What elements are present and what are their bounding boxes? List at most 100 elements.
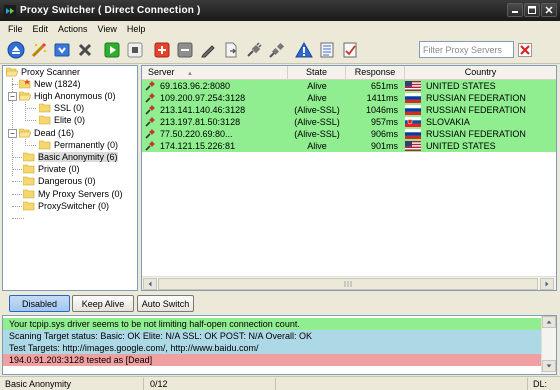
auto-switch-button[interactable]: Auto Switch xyxy=(137,295,194,312)
folder-icon xyxy=(39,140,51,150)
menu-actions[interactable]: Actions xyxy=(53,24,93,34)
table-row[interactable]: 109.200.97.254:3128 Alive 1411ms RUSSIAN… xyxy=(142,92,556,104)
clear-filter-icon xyxy=(518,42,532,57)
folder-icon xyxy=(23,201,35,211)
server-address: 69.163.96.2:8080 xyxy=(160,81,231,91)
menu-bar: File Edit Actions View Help xyxy=(0,21,560,37)
scroll-right-button[interactable] xyxy=(540,278,554,290)
tree-node-label: Permanently (0) xyxy=(54,140,119,150)
tree-node-dangerous[interactable]: Dangerous (0) xyxy=(23,175,96,187)
server-country: UNITED STATES xyxy=(426,81,496,91)
server-response: 1411ms xyxy=(366,93,398,103)
keep-alive-button[interactable]: Keep Alive xyxy=(72,295,134,312)
maximize-button[interactable] xyxy=(524,3,540,17)
tree-node-label: Dead (16) xyxy=(34,128,75,138)
stop-button[interactable] xyxy=(123,39,146,61)
status-spacer xyxy=(278,378,528,390)
delete-button[interactable] xyxy=(73,39,96,61)
menu-view[interactable]: View xyxy=(93,24,122,34)
expand-dead-toggle[interactable]: − xyxy=(8,129,17,138)
scrollbar-thumb[interactable] xyxy=(158,278,538,290)
table-row[interactable]: 213.141.140.46:3128 (Alive-SSL) 1046ms R… xyxy=(142,104,556,116)
status-bar: Basic Anonymity 0/12 DL: xyxy=(0,376,560,390)
proxy-server-list[interactable]: Server ▲ State Response Country 69.163.9… xyxy=(141,65,557,291)
plug-icon xyxy=(246,42,262,57)
wizard-button[interactable] xyxy=(27,39,50,61)
open-folder-icon xyxy=(6,67,18,77)
connect-proxy-button[interactable] xyxy=(242,39,265,61)
connect-button[interactable] xyxy=(4,39,27,61)
tree-node-high-anonymous[interactable]: High Anonymous (0) xyxy=(19,90,116,102)
table-row[interactable]: 77.50.220.69:80... (Alive-SSL) 906ms RUS… xyxy=(142,128,556,140)
expand-high-anonymous-toggle[interactable]: − xyxy=(8,92,17,101)
tree-node-proxyswitcher[interactable]: ProxySwitcher (0) xyxy=(23,200,109,212)
close-window-button[interactable] xyxy=(541,3,557,17)
list-view-button[interactable] xyxy=(315,39,338,61)
category-tree[interactable]: − − Proxy Scanner New (1824) High Anonym… xyxy=(2,65,138,291)
remove-icon xyxy=(177,42,192,58)
edit-pencil-icon xyxy=(200,45,215,58)
tree-node-label: Dangerous (0) xyxy=(38,176,96,186)
tree-node-dead[interactable]: Dead (16) xyxy=(19,127,74,139)
table-row[interactable]: 69.163.96.2:8080 Alive 651ms UNITED STAT… xyxy=(142,80,556,92)
start-button[interactable] xyxy=(100,39,123,61)
add-server-button[interactable] xyxy=(150,39,173,61)
maximize-icon xyxy=(528,6,536,14)
menu-help[interactable]: Help xyxy=(122,24,151,34)
log-line: Your tcpip.sys driver seems to be not li… xyxy=(3,318,541,330)
tree-node-ssl[interactable]: SSL (0) xyxy=(39,102,84,114)
table-row[interactable]: 174.121.15.226:81 Alive 901ms UNITED STA… xyxy=(142,140,556,152)
tree-node-permanently[interactable]: Permanently (0) xyxy=(39,139,118,151)
server-response: 1046ms xyxy=(365,105,398,115)
title-bar[interactable]: Proxy Switcher ( Direct Connection ) xyxy=(0,0,560,21)
tree-node-private[interactable]: Private (0) xyxy=(23,163,80,175)
download-button[interactable] xyxy=(50,39,73,61)
server-state: Alive xyxy=(307,81,327,91)
disconnect-proxy-button[interactable] xyxy=(265,39,288,61)
remove-server-button[interactable] xyxy=(173,39,196,61)
menu-file[interactable]: File xyxy=(3,24,28,34)
plug-disconnect-icon xyxy=(268,42,284,58)
close-icon xyxy=(545,6,553,14)
minimize-button[interactable] xyxy=(507,3,523,17)
table-row[interactable]: 213.197.81.50:3128 (Alive-SSL) 957ms SLO… xyxy=(142,116,556,128)
server-state: (Alive-SSL) xyxy=(294,129,340,139)
filter-proxy-servers-input[interactable] xyxy=(419,41,514,58)
scroll-down-button[interactable] xyxy=(542,360,556,372)
open-folder-icon xyxy=(19,91,31,101)
column-header-response[interactable]: Response xyxy=(346,66,405,80)
log-line: 194.0.91.203:3128 tested as [Dead] xyxy=(3,354,541,366)
clear-filter-button[interactable] xyxy=(516,40,534,59)
scroll-left-button[interactable] xyxy=(143,278,157,290)
menu-edit[interactable]: Edit xyxy=(28,24,54,34)
tree-node-my-proxy-servers[interactable]: My Proxy Servers (0) xyxy=(23,188,123,200)
tree-node-label: Basic Anonymity (6) xyxy=(38,152,118,162)
tree-node-label: Proxy Scanner xyxy=(21,67,81,77)
column-header-server[interactable]: Server ▲ xyxy=(142,66,288,80)
tree-node-new[interactable]: New (1824) xyxy=(19,78,81,90)
warning-button[interactable] xyxy=(292,39,315,61)
column-header-country[interactable]: Country xyxy=(405,66,556,80)
column-header-state[interactable]: State xyxy=(288,66,346,80)
russia-flag-icon xyxy=(405,129,421,139)
status-download: DL: xyxy=(533,379,548,389)
application-window: Proxy Switcher ( Direct Connection ) Fil… xyxy=(0,0,560,390)
column-header-server-label: Server xyxy=(148,67,175,77)
edit-server-button[interactable] xyxy=(196,39,219,61)
play-icon xyxy=(104,42,119,58)
proxy-status-icon xyxy=(145,81,155,91)
scroll-up-button[interactable] xyxy=(542,316,556,328)
tree-node-proxy-scanner[interactable]: Proxy Scanner xyxy=(6,66,80,78)
horizontal-scrollbar[interactable] xyxy=(142,276,556,290)
checklist-icon xyxy=(343,42,356,58)
tree-node-basic-anonymity[interactable]: Basic Anonymity (6) xyxy=(23,151,118,163)
tree-node-elite[interactable]: Elite (0) xyxy=(39,114,85,126)
server-country: RUSSIAN FEDERATION xyxy=(426,105,526,115)
log-vertical-scrollbar[interactable] xyxy=(541,316,556,374)
export-button[interactable] xyxy=(219,39,242,61)
disabled-mode-button[interactable]: Disabled xyxy=(9,295,70,312)
server-address: 77.50.220.69:80... xyxy=(160,129,233,139)
checklist-button[interactable] xyxy=(338,39,361,61)
us-flag-icon xyxy=(405,81,421,91)
export-icon xyxy=(225,42,236,58)
